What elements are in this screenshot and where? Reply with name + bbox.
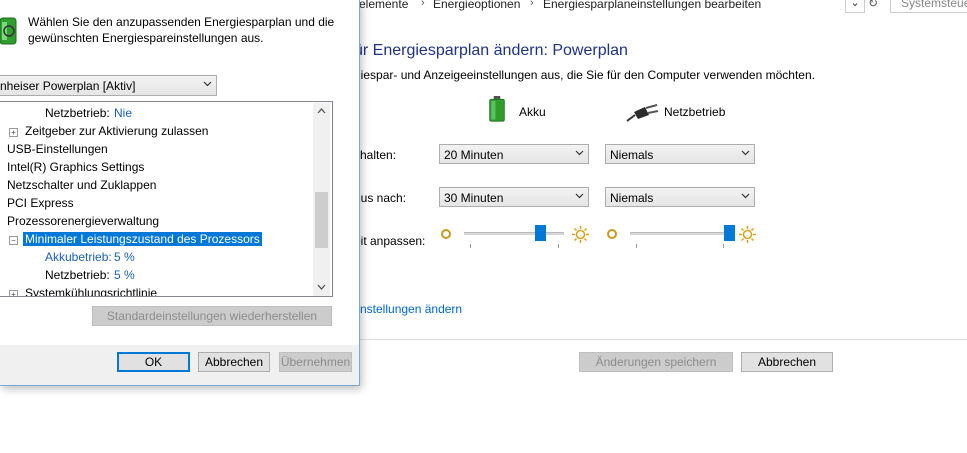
search-placeholder: Systemsteue	[901, 0, 967, 10]
chevron-down-icon	[203, 81, 212, 87]
tree-item[interactable]: Intel(R) Graphics Settings	[7, 160, 144, 174]
ok-button[interactable]: OK	[117, 352, 190, 372]
breadcrumb-item-edit-plan[interactable]: Energiesparplaneinstellungen bearbeiten	[543, 0, 761, 11]
tree-value-label: Netzbetrieb:	[45, 268, 110, 282]
breadcrumb-item-energy-options[interactable]: Energieoptionen	[433, 0, 520, 11]
plug-icon	[626, 104, 659, 122]
settings-tree[interactable]: Netzbetrieb: Nie + Zeitgeber zur Aktivie…	[0, 101, 333, 297]
brightness-plugged-track[interactable]	[630, 232, 730, 235]
cancel-button[interactable]: Abbrechen	[741, 352, 833, 372]
tree-scrollbar-thumb[interactable]	[315, 192, 328, 248]
expand-icon[interactable]: +	[9, 290, 18, 296]
sun-bright-icon	[739, 226, 756, 243]
breadcrumb-separator: ›	[530, 0, 534, 9]
refresh-icon: ↻	[867, 0, 879, 10]
chevron-down-icon: ⌄	[850, 0, 860, 9]
sleep-label: dus nach:	[354, 191, 407, 205]
tree-item[interactable]: Netzschalter und Zuklappen	[7, 178, 156, 192]
tree-item-selected[interactable]: Minimaler Leistungszustand des Prozessor…	[23, 232, 262, 246]
display-off-battery-select[interactable]: 20 Minuten	[439, 144, 589, 164]
power-options-icon	[0, 17, 17, 45]
display-off-label: chalten:	[354, 148, 397, 162]
select-value: 20 Minuten	[444, 148, 504, 162]
chevron-down-icon	[741, 193, 750, 199]
advanced-settings-link[interactable]: nstellungen ändern	[360, 302, 462, 316]
slider-tick	[470, 244, 471, 248]
tree-item[interactable]: Systemkühlungsrichtlinie	[25, 286, 157, 296]
tree-item[interactable]: PCI Express	[7, 196, 74, 210]
slider-tick	[723, 244, 724, 248]
tree-value-label: Netzbetrieb:	[45, 106, 110, 120]
brightness-battery-slider-thumb[interactable]	[535, 225, 546, 241]
expand-icon[interactable]: +	[9, 128, 18, 137]
select-value: nheiser Powerplan [Aktiv]	[0, 79, 136, 93]
tree-item[interactable]: Prozessorenergieverwaltung	[7, 214, 159, 228]
breadcrumb-separator: ›	[421, 0, 425, 9]
chevron-down-icon	[575, 193, 584, 199]
divider	[360, 339, 967, 340]
restore-defaults-button[interactable]: Standardeinstellungen wiederherstellen	[92, 306, 332, 326]
scroll-down-icon[interactable]	[317, 284, 326, 291]
collapse-icon[interactable]: −	[9, 236, 18, 245]
chevron-down-icon	[575, 150, 584, 156]
dialog-cancel-button[interactable]: Abbrechen	[198, 352, 270, 372]
brightness-battery-track[interactable]	[464, 232, 564, 235]
sun-dim-icon	[607, 229, 617, 239]
sleep-battery-select[interactable]: 30 Minuten	[439, 187, 589, 207]
column-plugged-label: Netzbetrieb	[664, 105, 726, 119]
sun-bright-icon	[572, 226, 589, 243]
save-changes-button[interactable]: Änderungen speichern	[579, 352, 733, 372]
address-dropdown-button[interactable]: ⌄	[845, 0, 865, 13]
scroll-up-icon[interactable]	[317, 107, 326, 114]
slider-tick	[636, 244, 637, 248]
search-input[interactable]: Systemsteue	[890, 0, 967, 13]
apply-button[interactable]: Übernehmen	[279, 352, 352, 372]
column-battery-label: Akku	[519, 105, 546, 119]
slider-tick	[558, 244, 559, 248]
sun-dim-icon	[441, 229, 451, 239]
brightness-plugged-slider-thumb[interactable]	[724, 225, 735, 241]
brightness-label: eit anpassen:	[354, 234, 426, 248]
page-title: ür Energiesparplan ändern: Powerplan	[354, 42, 628, 59]
select-value: Niemals	[610, 148, 654, 162]
tree-value-link[interactable]: 5 %	[114, 250, 135, 264]
refresh-button[interactable]: ↻	[864, 0, 882, 12]
dialog-description: Wählen Sie den anzupassenden Energiespar…	[28, 15, 335, 45]
display-off-plugged-select[interactable]: Niemals	[605, 144, 755, 164]
page-subtitle: giespar- und Anzeigeeinstellungen aus, d…	[354, 68, 815, 82]
chevron-down-icon	[741, 150, 750, 156]
select-value: 30 Minuten	[444, 191, 504, 205]
tree-value-link[interactable]: 5 %	[114, 268, 135, 282]
battery-icon	[489, 96, 505, 122]
tree-value-link[interactable]: Nie	[114, 106, 132, 120]
tree-item[interactable]: Zeitgeber zur Aktivierung zulassen	[25, 124, 208, 138]
select-value: Niemals	[610, 191, 654, 205]
plan-select[interactable]: nheiser Powerplan [Aktiv]	[0, 75, 217, 96]
sleep-plugged-select[interactable]: Niemals	[605, 187, 755, 207]
tree-item[interactable]: USB-Einstellungen	[7, 142, 108, 156]
tree-value-label: Akkubetrieb:	[45, 250, 112, 264]
breadcrumb-item-system[interactable]: selemente	[353, 0, 408, 11]
